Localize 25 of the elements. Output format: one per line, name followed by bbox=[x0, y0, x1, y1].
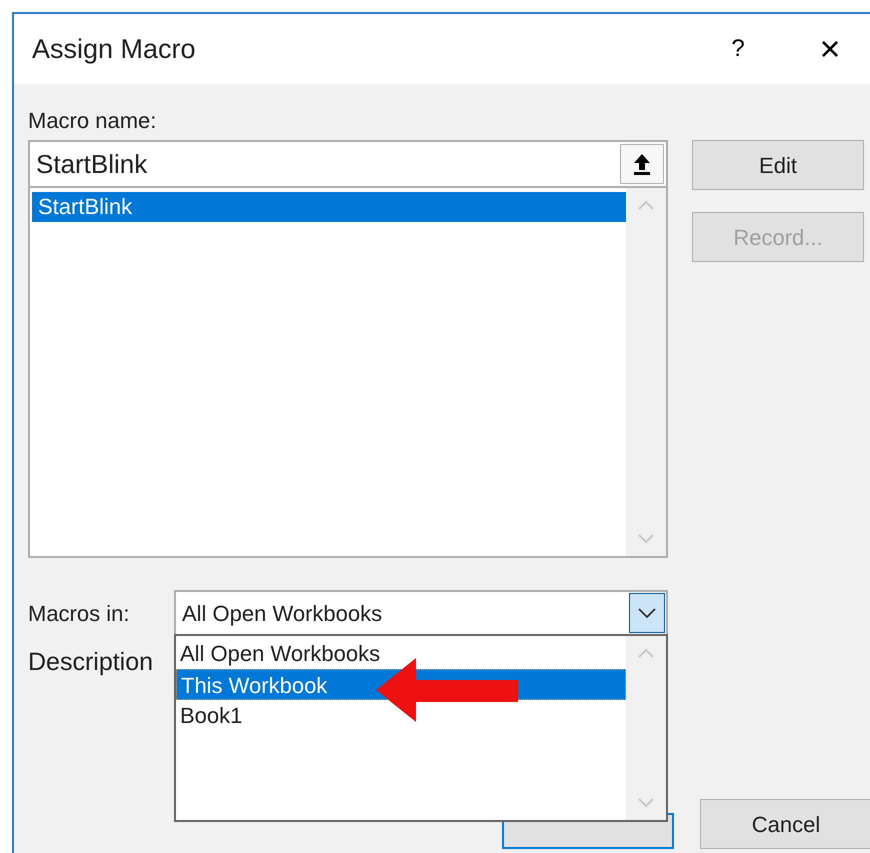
scroll-down-icon[interactable] bbox=[638, 534, 654, 544]
scroll-down-icon[interactable] bbox=[638, 798, 654, 808]
macros-in-dropdown[interactable]: All Open Workbooks bbox=[174, 590, 668, 636]
close-button[interactable]: × bbox=[810, 31, 850, 67]
scroll-up-icon[interactable] bbox=[638, 200, 654, 210]
field-label: Macros in: bbox=[28, 600, 130, 628]
dialog-button[interactable]: Edit bbox=[692, 140, 864, 190]
macro-name-input[interactable]: StartBlink bbox=[30, 144, 620, 184]
scroll-up-icon[interactable] bbox=[638, 648, 654, 658]
dropdown-toggle[interactable] bbox=[629, 593, 665, 633]
scroll-bar[interactable] bbox=[626, 188, 666, 556]
field-label: Macro name: bbox=[28, 107, 158, 135]
window-title: Assign Macro bbox=[32, 32, 197, 66]
macro-list-item[interactable]: StartBlink bbox=[32, 192, 626, 222]
cancel-button[interactable]: Cancel bbox=[700, 799, 870, 849]
up-arrow-icon bbox=[633, 153, 651, 175]
macro-name-field[interactable]: StartBlink bbox=[28, 140, 668, 188]
chevron-down-icon bbox=[638, 608, 656, 618]
field-label: Description bbox=[28, 647, 154, 678]
dropdown-value: All Open Workbooks bbox=[181, 600, 384, 628]
dropdown-option[interactable]: Book1 bbox=[176, 700, 626, 731]
help-button[interactable]: ? bbox=[718, 31, 758, 67]
scroll-bar[interactable] bbox=[626, 636, 666, 820]
upload-button[interactable] bbox=[620, 144, 664, 184]
dropdown-option[interactable]: All Open Workbooks bbox=[176, 638, 626, 669]
